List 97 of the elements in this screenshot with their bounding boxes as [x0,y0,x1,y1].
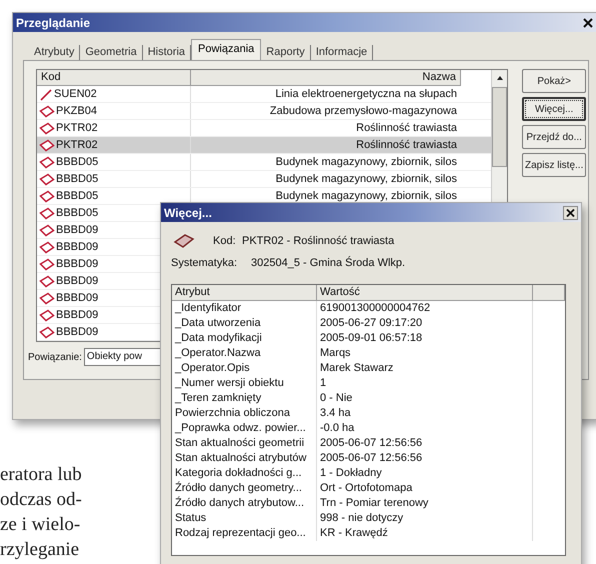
scroll-thumb[interactable] [492,87,507,167]
table-cell: KR - Krawędź [317,526,533,541]
action-button[interactable]: Pokaż> [522,69,586,93]
object-code: BBBD09 [56,292,98,304]
column-header[interactable]: Nazwa [191,70,461,86]
relation-label: Powiązanie: [28,352,82,362]
action-button[interactable]: Więcej... [522,97,586,121]
list-row[interactable]: BBBD05 Budynek magazynowy, zbiornik, silos [37,154,491,171]
polygon-icon [39,240,55,254]
article-text-line: ze i wielo- [0,513,82,537]
polygon-icon [39,122,55,134]
table-cell: _Numer wersji obiektu [172,376,317,391]
table-cell: Ort - Ortofotomapa [317,481,533,496]
object-code: BBBD09 [56,309,98,321]
polygon-icon [39,292,55,304]
polygon-icon [39,190,55,202]
list-row[interactable]: SUEN02 Linia elektroenergetyczna na słupach [37,86,491,103]
dialog-title: Więcej... [164,206,212,220]
close-icon[interactable] [583,18,593,28]
polygon-icon [39,308,55,322]
code-value: PKTR02 - Roślinność trawiasta [242,235,394,247]
object-name: Roślinność trawiasta [356,122,457,134]
table-cell: Źródło danych atrybutow... [172,496,317,511]
table-cell: Rodzaj reprezentacji geo... [172,526,317,541]
table-cell: Kategoria dokładności g... [172,466,317,481]
object-code: BBBD09 [56,224,98,236]
table-cell: _Data utworzenia [172,316,317,331]
table-cell: Źródło danych geometry... [172,481,317,496]
object-code: BBBD09 [56,275,98,287]
table-cell: _Identyfikator [172,301,317,316]
object-code: SUEN02 [54,88,97,100]
table-cell: _Operator.Opis [172,361,317,376]
table-cell: 619001300000004762 [317,301,533,316]
polygon-icon [173,233,195,249]
list-row[interactable]: PKTR02 Roślinność trawiasta [37,137,491,154]
line-icon [39,88,53,100]
window-title: Przeglądanie [16,16,90,30]
code-label: Kod: [213,235,237,247]
article-text-line: eratora lub [0,463,82,487]
table-cell: 3.4 ha [317,406,533,421]
object-name: Budynek magazynowy, zbiornik, silos [276,173,457,185]
article-text-line: odczas od- [0,488,82,512]
table-cell: Stan aktualności geometrii [172,436,317,451]
object-code: BBBD09 [56,241,98,253]
table-cell: _Operator.Nazwa [172,346,317,361]
object-code: BBBD09 [56,326,98,338]
object-name: Linia elektroenergetyczna na słupach [275,88,457,100]
object-code: BBBD05 [56,207,98,219]
list-row[interactable]: PKZB04 Zabudowa przemysłowo-magazynowa [37,103,491,120]
table-cell: Status [172,511,317,526]
polygon-icon [39,224,55,236]
table-cell: Marek Stawarz [317,361,533,376]
object-code: BBBD05 [56,173,98,185]
polygon-icon [39,258,55,270]
table-cell: 1 [317,376,533,391]
article-text-line: rzyleganie [0,538,80,562]
table-cell: _Teren zamknięty [172,391,317,406]
table-cell: _Data modyfikacji [172,331,317,346]
polygon-icon [39,206,55,220]
action-button[interactable]: Zapisz listę... [522,153,586,177]
table-cell: 998 - nie dotyczy [317,511,533,526]
object-name: Zabudowa przemysłowo-magazynowa [270,105,457,117]
classification-label: Systematyka: [171,257,238,269]
object-code: PKTR02 [56,139,98,151]
polygon-icon [39,138,55,152]
table-cell: Stan aktualności atrybutów [172,451,317,466]
table-cell: Powierzchnia obliczona [172,406,317,421]
object-code: BBBD09 [56,258,98,270]
table-cell: _Poprawka odwz. powier... [172,421,317,436]
tab[interactable]: Powiązania [191,39,262,60]
object-code: PKZB04 [56,105,97,117]
close-icon[interactable] [563,206,578,220]
table-cell: 2005-09-01 06:57:18 [317,331,533,346]
polygon-icon [39,172,55,186]
object-name: Budynek magazynowy, zbiornik, silos [276,190,457,202]
classification-value: 302504_5 - Gmina Środa Wlkp. [251,257,406,269]
polygon-icon [39,104,55,118]
table-cell: 2005-06-07 12:56:56 [317,436,533,451]
table-cell: 1 - Dokładny [317,466,533,481]
object-code: BBBD05 [56,190,98,202]
object-code: PKTR02 [56,122,98,134]
column-header[interactable]: Atrybut [172,285,317,301]
column-header[interactable]: Kod [37,70,191,86]
object-name: Roślinność trawiasta [356,139,457,151]
object-name: Budynek magazynowy, zbiornik, silos [276,156,457,168]
polygon-icon [39,274,55,288]
table-cell: Trn - Pomiar terenowy [317,496,533,511]
table-cell: -0.0 ha [317,421,533,436]
column-header[interactable]: Wartość [317,285,533,301]
object-code: BBBD05 [56,156,98,168]
table-cell: Marqs [317,346,533,361]
table-cell: 2005-06-07 12:56:56 [317,451,533,466]
table-cell: 2005-06-27 09:17:20 [317,316,533,331]
polygon-icon [39,326,55,338]
table-cell: 0 - Nie [317,391,533,406]
list-row[interactable]: BBBD05 Budynek magazynowy, zbiornik, silos [37,171,491,188]
action-button[interactable]: Przejdź do... [522,125,586,149]
